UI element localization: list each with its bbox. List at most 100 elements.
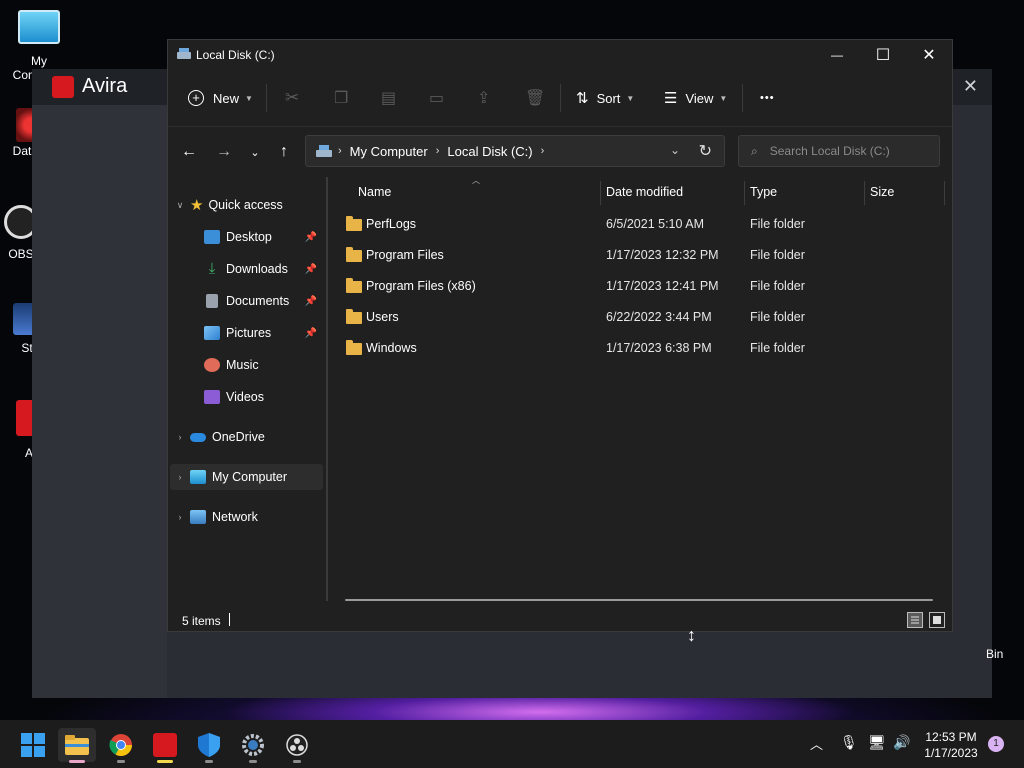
status-bar: 5 items [168, 606, 952, 632]
search-input[interactable] [767, 143, 922, 159]
chrome-icon [109, 734, 132, 756]
file-name: Users [366, 310, 399, 324]
nav-item-pictures[interactable]: Pictures 📌 [170, 320, 323, 346]
close-icon: ✕ [922, 47, 936, 64]
column-divider[interactable] [864, 181, 865, 205]
file-row[interactable]: Windows 1/17/2023 6:38 PM File folder [340, 333, 940, 364]
network-icon[interactable]: 🖥 [868, 734, 886, 751]
chevron-right-icon: › [435, 145, 440, 157]
nav-network[interactable]: › Network [170, 504, 323, 530]
delete-button[interactable]: 🗑 [525, 82, 545, 114]
more-options-button[interactable]: ••• [760, 82, 775, 114]
folder-icon [65, 735, 89, 755]
maximize-icon: ☐ [875, 47, 891, 64]
folder-icon [346, 247, 362, 262]
taskbar-obs[interactable] [278, 728, 316, 763]
minimize-button[interactable]: — [814, 40, 860, 70]
resize-cursor-icon: ↕ [687, 625, 696, 645]
cut-button[interactable]: ✂ [285, 82, 299, 114]
minimize-icon: — [831, 48, 843, 62]
taskbar-security[interactable] [190, 728, 228, 763]
nav-item-music[interactable]: Music [170, 352, 323, 378]
shield-icon [198, 733, 220, 757]
nav-item-desktop[interactable]: Desktop 📌 [170, 224, 323, 250]
breadcrumb-my-computer[interactable]: My Computer [350, 144, 428, 159]
view-button[interactable]: ☰ View ▼ [664, 82, 727, 114]
column-divider[interactable] [744, 181, 745, 205]
nav-quick-access[interactable]: ∨ ★ Quick access [170, 192, 323, 218]
notification-badge[interactable]: 1 [988, 736, 1004, 752]
column-header-name[interactable]: Name [358, 177, 391, 207]
file-date: 6/22/2022 3:44 PM [606, 310, 712, 324]
column-divider[interactable] [944, 181, 945, 205]
toolbar-divider [560, 84, 561, 112]
item-count: 5 items [182, 614, 221, 628]
paste-button[interactable]: ▤ [381, 82, 396, 114]
start-button[interactable] [14, 728, 52, 762]
back-button[interactable]: ← [178, 141, 200, 163]
breadcrumb-local-disk[interactable]: Local Disk (C:) [447, 144, 532, 159]
file-row[interactable]: PerfLogs 6/5/2021 5:10 AM File folder [340, 209, 940, 240]
nav-item-documents[interactable]: Documents 📌 [170, 288, 323, 314]
monitor-icon [190, 470, 206, 484]
folder-icon [346, 309, 362, 324]
microphone-icon[interactable]: 🎙 [840, 734, 858, 751]
recent-locations-button[interactable]: ⌄ [244, 141, 266, 163]
chevron-right-icon: › [178, 512, 182, 522]
file-row[interactable]: Program Files (x86) 1/17/2023 12:41 PM F… [340, 271, 940, 302]
file-name: PerfLogs [366, 217, 417, 231]
clock-date: 1/17/2023 [924, 746, 978, 760]
nav-item-videos[interactable]: Videos [170, 384, 323, 410]
volume-icon[interactable]: 🔊 [893, 734, 910, 751]
taskbar-chrome[interactable] [102, 728, 140, 763]
nav-onedrive[interactable]: › OneDrive [170, 424, 323, 450]
monitor-icon [18, 10, 60, 44]
tiles-view-icon [933, 616, 941, 624]
search-box[interactable]: ⌕ [738, 135, 940, 167]
show-hidden-icons-chevron-icon[interactable]: ︿ [810, 734, 823, 753]
nav-label: Quick access [208, 198, 283, 212]
taskbar-settings[interactable] [234, 728, 272, 763]
column-header-type[interactable]: Type [750, 177, 777, 207]
desktop-icon-label: OBS [8, 247, 34, 261]
column-header-size[interactable]: Size [870, 177, 894, 207]
new-button[interactable]: + New ▼ [188, 82, 253, 114]
address-history-dropdown[interactable]: ⌄ [670, 143, 680, 157]
music-icon [204, 358, 220, 372]
maximize-button[interactable]: ☐ [860, 40, 906, 70]
file-row[interactable]: Users 6/22/2022 3:44 PM File folder [340, 302, 940, 333]
windows-logo-icon [21, 733, 45, 757]
sort-icon: ⇅ [576, 90, 589, 107]
up-button[interactable]: ↑ [273, 141, 295, 163]
arrow-up-icon: ↑ [280, 143, 288, 160]
address-bar[interactable]: › My Computer › Local Disk (C:) › ⌄ ↻ [305, 135, 725, 167]
desktop-icon-label: St [21, 341, 33, 355]
horizontal-scrollbar[interactable] [345, 599, 933, 601]
share-button[interactable]: ⇪ [477, 82, 490, 114]
running-indicator [205, 760, 213, 763]
tiles-view-button[interactable] [929, 612, 945, 628]
avira-close-button[interactable]: ✕ [963, 76, 978, 97]
file-type: File folder [750, 217, 805, 231]
file-row[interactable]: Program Files 1/17/2023 12:32 PM File fo… [340, 240, 940, 271]
clock[interactable]: 12:53 PM 1/17/2023 [916, 729, 986, 761]
taskbar-file-explorer[interactable] [58, 728, 96, 763]
rename-button[interactable]: ▭ [429, 82, 444, 114]
refresh-icon[interactable]: ↻ [699, 141, 712, 161]
details-view-button[interactable] [907, 612, 923, 628]
network-icon [190, 510, 206, 524]
close-button[interactable]: ✕ [906, 40, 952, 70]
view-label: View [685, 90, 714, 106]
column-header-date[interactable]: Date modified [606, 177, 683, 207]
column-label: Date modified [606, 185, 684, 199]
nav-item-downloads[interactable]: ⤓ Downloads 📌 [170, 256, 323, 282]
sort-button[interactable]: ⇅ Sort ▼ [576, 82, 634, 114]
forward-button[interactable]: → [213, 141, 235, 163]
taskbar-avira[interactable] [146, 728, 184, 763]
obs-icon [286, 734, 308, 756]
copy-button[interactable]: ❐ [334, 82, 348, 114]
nav-my-computer[interactable]: › My Computer [170, 464, 323, 490]
active-indicator [157, 760, 173, 763]
column-divider[interactable] [600, 181, 601, 205]
nav-label: OneDrive [212, 430, 265, 444]
